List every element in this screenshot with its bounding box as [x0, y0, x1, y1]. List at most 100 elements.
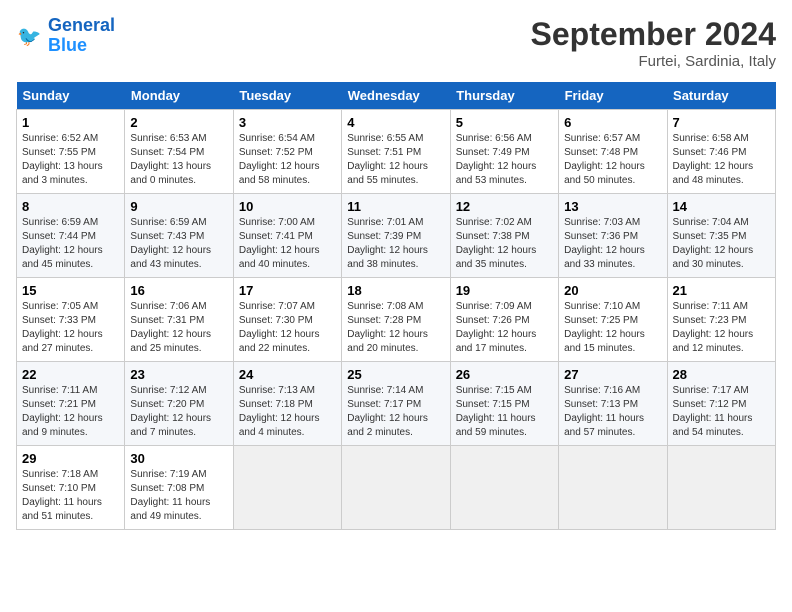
table-row: 16 Sunrise: 7:06 AM Sunset: 7:31 PM Dayl…: [125, 278, 233, 362]
day-info: Sunrise: 6:56 AM Sunset: 7:49 PM Dayligh…: [456, 132, 553, 188]
day-number: 3: [239, 115, 336, 130]
day-number: 30: [130, 451, 227, 466]
day-info: Sunrise: 7:15 AM Sunset: 7:15 PM Dayligh…: [456, 384, 553, 440]
day-number: 14: [673, 199, 770, 214]
day-info: Sunrise: 7:14 AM Sunset: 7:17 PM Dayligh…: [347, 384, 444, 440]
table-row: 5 Sunrise: 6:56 AM Sunset: 7:49 PM Dayli…: [450, 110, 558, 194]
table-row: 13 Sunrise: 7:03 AM Sunset: 7:36 PM Dayl…: [559, 194, 667, 278]
day-info: Sunrise: 7:11 AM Sunset: 7:21 PM Dayligh…: [22, 384, 119, 440]
calendar-week-5: 29 Sunrise: 7:18 AM Sunset: 7:10 PM Dayl…: [17, 446, 776, 530]
table-row: 24 Sunrise: 7:13 AM Sunset: 7:18 PM Dayl…: [233, 362, 341, 446]
table-row: 2 Sunrise: 6:53 AM Sunset: 7:54 PM Dayli…: [125, 110, 233, 194]
day-number: 24: [239, 367, 336, 382]
table-row: 29 Sunrise: 7:18 AM Sunset: 7:10 PM Dayl…: [17, 446, 125, 530]
header-friday: Friday: [559, 82, 667, 110]
calendar-header-row: Sunday Monday Tuesday Wednesday Thursday…: [17, 82, 776, 110]
day-info: Sunrise: 7:19 AM Sunset: 7:08 PM Dayligh…: [130, 468, 227, 524]
table-row: 1 Sunrise: 6:52 AM Sunset: 7:55 PM Dayli…: [17, 110, 125, 194]
page-header: 🐦 General Blue September 2024 Furtei, Sa…: [16, 16, 776, 70]
table-row: 11 Sunrise: 7:01 AM Sunset: 7:39 PM Dayl…: [342, 194, 450, 278]
table-row: 19 Sunrise: 7:09 AM Sunset: 7:26 PM Dayl…: [450, 278, 558, 362]
table-row: [233, 446, 341, 530]
calendar-week-3: 15 Sunrise: 7:05 AM Sunset: 7:33 PM Dayl…: [17, 278, 776, 362]
table-row: 8 Sunrise: 6:59 AM Sunset: 7:44 PM Dayli…: [17, 194, 125, 278]
day-number: 28: [673, 367, 770, 382]
day-info: Sunrise: 7:11 AM Sunset: 7:23 PM Dayligh…: [673, 300, 770, 356]
day-info: Sunrise: 7:00 AM Sunset: 7:41 PM Dayligh…: [239, 216, 336, 272]
day-number: 2: [130, 115, 227, 130]
table-row: 27 Sunrise: 7:16 AM Sunset: 7:13 PM Dayl…: [559, 362, 667, 446]
table-row: 26 Sunrise: 7:15 AM Sunset: 7:15 PM Dayl…: [450, 362, 558, 446]
day-info: Sunrise: 7:12 AM Sunset: 7:20 PM Dayligh…: [130, 384, 227, 440]
table-row: [342, 446, 450, 530]
day-info: Sunrise: 7:07 AM Sunset: 7:30 PM Dayligh…: [239, 300, 336, 356]
day-number: 19: [456, 283, 553, 298]
table-row: 14 Sunrise: 7:04 AM Sunset: 7:35 PM Dayl…: [667, 194, 775, 278]
table-row: 23 Sunrise: 7:12 AM Sunset: 7:20 PM Dayl…: [125, 362, 233, 446]
calendar-table: Sunday Monday Tuesday Wednesday Thursday…: [16, 82, 776, 530]
day-info: Sunrise: 7:10 AM Sunset: 7:25 PM Dayligh…: [564, 300, 661, 356]
day-info: Sunrise: 6:55 AM Sunset: 7:51 PM Dayligh…: [347, 132, 444, 188]
day-number: 12: [456, 199, 553, 214]
header-monday: Monday: [125, 82, 233, 110]
header-sunday: Sunday: [17, 82, 125, 110]
logo-text: General Blue: [48, 16, 115, 56]
day-number: 20: [564, 283, 661, 298]
header-thursday: Thursday: [450, 82, 558, 110]
day-info: Sunrise: 7:02 AM Sunset: 7:38 PM Dayligh…: [456, 216, 553, 272]
day-info: Sunrise: 7:01 AM Sunset: 7:39 PM Dayligh…: [347, 216, 444, 272]
day-info: Sunrise: 7:08 AM Sunset: 7:28 PM Dayligh…: [347, 300, 444, 356]
table-row: 17 Sunrise: 7:07 AM Sunset: 7:30 PM Dayl…: [233, 278, 341, 362]
day-info: Sunrise: 6:59 AM Sunset: 7:43 PM Dayligh…: [130, 216, 227, 272]
day-info: Sunrise: 6:54 AM Sunset: 7:52 PM Dayligh…: [239, 132, 336, 188]
day-info: Sunrise: 7:09 AM Sunset: 7:26 PM Dayligh…: [456, 300, 553, 356]
table-row: 6 Sunrise: 6:57 AM Sunset: 7:48 PM Dayli…: [559, 110, 667, 194]
day-info: Sunrise: 7:18 AM Sunset: 7:10 PM Dayligh…: [22, 468, 119, 524]
table-row: 10 Sunrise: 7:00 AM Sunset: 7:41 PM Dayl…: [233, 194, 341, 278]
logo-line2: Blue: [48, 35, 87, 55]
table-row: 3 Sunrise: 6:54 AM Sunset: 7:52 PM Dayli…: [233, 110, 341, 194]
table-row: [559, 446, 667, 530]
calendar-week-2: 8 Sunrise: 6:59 AM Sunset: 7:44 PM Dayli…: [17, 194, 776, 278]
table-row: 30 Sunrise: 7:19 AM Sunset: 7:08 PM Dayl…: [125, 446, 233, 530]
table-row: [667, 446, 775, 530]
day-info: Sunrise: 7:04 AM Sunset: 7:35 PM Dayligh…: [673, 216, 770, 272]
day-info: Sunrise: 6:53 AM Sunset: 7:54 PM Dayligh…: [130, 132, 227, 188]
day-number: 18: [347, 283, 444, 298]
calendar-week-1: 1 Sunrise: 6:52 AM Sunset: 7:55 PM Dayli…: [17, 110, 776, 194]
day-number: 6: [564, 115, 661, 130]
table-row: 4 Sunrise: 6:55 AM Sunset: 7:51 PM Dayli…: [342, 110, 450, 194]
day-number: 8: [22, 199, 119, 214]
table-row: 22 Sunrise: 7:11 AM Sunset: 7:21 PM Dayl…: [17, 362, 125, 446]
table-row: [450, 446, 558, 530]
day-number: 11: [347, 199, 444, 214]
logo: 🐦 General Blue: [16, 16, 115, 56]
day-info: Sunrise: 7:03 AM Sunset: 7:36 PM Dayligh…: [564, 216, 661, 272]
day-number: 23: [130, 367, 227, 382]
table-row: 28 Sunrise: 7:17 AM Sunset: 7:12 PM Dayl…: [667, 362, 775, 446]
day-number: 26: [456, 367, 553, 382]
day-number: 4: [347, 115, 444, 130]
day-info: Sunrise: 6:59 AM Sunset: 7:44 PM Dayligh…: [22, 216, 119, 272]
day-info: Sunrise: 7:06 AM Sunset: 7:31 PM Dayligh…: [130, 300, 227, 356]
day-number: 21: [673, 283, 770, 298]
svg-text:🐦: 🐦: [17, 26, 41, 48]
header-tuesday: Tuesday: [233, 82, 341, 110]
day-number: 13: [564, 199, 661, 214]
header-wednesday: Wednesday: [342, 82, 450, 110]
table-row: 18 Sunrise: 7:08 AM Sunset: 7:28 PM Dayl…: [342, 278, 450, 362]
day-number: 5: [456, 115, 553, 130]
table-row: 9 Sunrise: 6:59 AM Sunset: 7:43 PM Dayli…: [125, 194, 233, 278]
logo-line1: General: [48, 15, 115, 35]
month-title: September 2024: [531, 16, 776, 53]
day-number: 15: [22, 283, 119, 298]
table-row: 21 Sunrise: 7:11 AM Sunset: 7:23 PM Dayl…: [667, 278, 775, 362]
day-number: 9: [130, 199, 227, 214]
table-row: 15 Sunrise: 7:05 AM Sunset: 7:33 PM Dayl…: [17, 278, 125, 362]
table-row: 20 Sunrise: 7:10 AM Sunset: 7:25 PM Dayl…: [559, 278, 667, 362]
day-info: Sunrise: 7:17 AM Sunset: 7:12 PM Dayligh…: [673, 384, 770, 440]
calendar-week-4: 22 Sunrise: 7:11 AM Sunset: 7:21 PM Dayl…: [17, 362, 776, 446]
table-row: 12 Sunrise: 7:02 AM Sunset: 7:38 PM Dayl…: [450, 194, 558, 278]
day-number: 22: [22, 367, 119, 382]
location-subtitle: Furtei, Sardinia, Italy: [531, 53, 776, 70]
